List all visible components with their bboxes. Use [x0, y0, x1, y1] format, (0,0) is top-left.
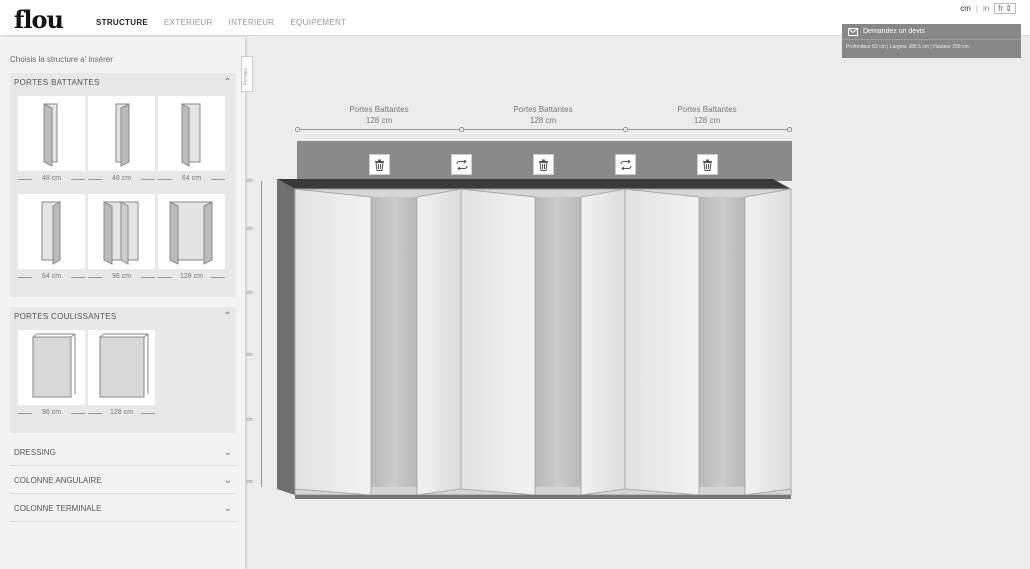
- structure-sidebar: Choisis la structure a' insérer PORTES B…: [0, 37, 245, 569]
- sidebar-intro: Choisis la structure a' insérer: [10, 55, 113, 64]
- delete-module-button[interactable]: [369, 154, 390, 175]
- module-label-3: Portes Battantes 128 cm: [647, 104, 767, 126]
- module-width: 128 cm: [529, 116, 557, 125]
- unit-switcher: cm | in fr ⇕: [960, 3, 1016, 14]
- unit-cm[interactable]: cm: [960, 4, 971, 13]
- section-colonne-terminale[interactable]: COLONNE TERMINALE ⌄: [10, 496, 236, 522]
- delete-module-button[interactable]: [697, 154, 718, 175]
- section-portes-coulissantes: PORTES COULISSANTES ⌃ 96 cm 128 cm: [10, 307, 236, 433]
- tile-door-64b[interactable]: [18, 194, 85, 269]
- ruler-tick: cm: [246, 290, 253, 296]
- height-ruler: [261, 181, 262, 487]
- tile-label: 64 cm: [158, 175, 225, 182]
- request-quote-label: Demandez un devis: [863, 28, 925, 35]
- language-value: fr: [998, 4, 1004, 13]
- nav-structure[interactable]: STRUCTURE: [96, 18, 148, 27]
- section-title: DRESSING: [14, 448, 56, 457]
- section-title: PORTES COULISSANTES: [14, 311, 117, 321]
- module-label-1: Portes Battantes 128 cm: [319, 104, 439, 126]
- envelope-icon: [848, 27, 858, 36]
- nav-equipement[interactable]: EQUIPEMENT: [290, 18, 346, 27]
- chevron-down-icon: ⌄: [223, 447, 232, 458]
- wardrobe-render: [277, 179, 792, 499]
- module-name: Portes Battantes: [677, 105, 737, 114]
- double-door-icon: [103, 201, 139, 265]
- tile-label: 96 cm: [88, 273, 155, 280]
- swap-icon: [620, 159, 631, 170]
- chevron-up-icon: ⌃: [223, 310, 232, 322]
- dimension-line: [297, 129, 790, 130]
- section-header-portes-coulissantes[interactable]: PORTES COULISSANTES ⌃: [10, 307, 236, 325]
- swap-icon: [456, 159, 467, 170]
- chevron-up-icon: ⌃: [223, 76, 232, 88]
- close-sidebar-tab[interactable]: Fermez: [241, 56, 253, 92]
- tile-sliding-128[interactable]: [88, 330, 155, 405]
- sliding-door-icon: [32, 333, 76, 398]
- unit-in[interactable]: in: [983, 4, 989, 13]
- double-door-icon: [169, 201, 213, 265]
- chevron-down-icon: ⌄: [223, 503, 232, 514]
- module-name: Portes Battantes: [349, 105, 409, 114]
- ruler-tick: cm: [246, 226, 253, 232]
- tile-door-48b[interactable]: [88, 96, 155, 171]
- section-title: COLONNE TERMINALE: [14, 504, 102, 513]
- section-title: COLONNE ANGULAIRE: [14, 476, 102, 485]
- single-door-icon: [115, 103, 130, 167]
- tile-sliding-96[interactable]: [18, 330, 85, 405]
- dimension-marker: [623, 127, 628, 132]
- module-name: Portes Battantes: [513, 105, 573, 114]
- dimension-marker: [295, 127, 300, 132]
- tile-label: 64 cm: [18, 273, 85, 280]
- ruler-tick: cm: [246, 352, 253, 358]
- trash-icon: [703, 159, 712, 171]
- language-select[interactable]: fr ⇕: [994, 3, 1016, 14]
- module-label-2: Portes Battantes 128 cm: [483, 104, 603, 126]
- trash-icon: [375, 159, 384, 171]
- module-width: 128 cm: [693, 116, 721, 125]
- tile-label: 48 cm: [88, 175, 155, 182]
- chevron-down-icon: ⌄: [223, 475, 232, 486]
- section-header-portes-battantes[interactable]: PORTES BATTANTES ⌃: [10, 73, 236, 91]
- delete-module-button[interactable]: [533, 154, 554, 175]
- tile-door-96[interactable]: [88, 194, 155, 269]
- single-door-icon: [181, 103, 201, 167]
- close-tab-label: Fermez: [243, 68, 249, 85]
- nav-interieur[interactable]: INTERIEUR: [229, 18, 275, 27]
- nav-exterieur[interactable]: EXTERIEUR: [164, 18, 213, 27]
- swap-module-button[interactable]: [451, 154, 472, 175]
- unit-separator: |: [975, 4, 978, 13]
- tile-door-64[interactable]: [158, 96, 225, 171]
- single-door-icon: [41, 201, 61, 265]
- single-door-icon: [43, 103, 58, 167]
- section-portes-battantes: PORTES BATTANTES ⌃ 48 cm 48 cm 64 cm 64 …: [10, 73, 236, 297]
- section-colonne-angulaire[interactable]: COLONNE ANGULAIRE ⌄: [10, 468, 236, 494]
- tile-label: 96 cm: [18, 409, 85, 416]
- swap-module-button[interactable]: [615, 154, 636, 175]
- dimension-marker: [459, 127, 464, 132]
- wardrobe-canvas: Portes Battantes 128 cm Portes Battantes…: [246, 37, 1030, 569]
- ruler-tick: cm: [246, 417, 253, 423]
- ruler-tick: cm: [246, 178, 253, 184]
- sliding-door-icon: [99, 333, 149, 398]
- main-nav: STRUCTURE EXTERIEUR INTERIEUR EQUIPEMENT: [96, 18, 346, 27]
- tile-door-128[interactable]: [158, 194, 225, 269]
- trash-icon: [539, 159, 548, 171]
- module-width: 128 cm: [365, 116, 393, 125]
- tile-label: 48 cm: [18, 175, 85, 182]
- brand-logo[interactable]: flou: [14, 5, 64, 34]
- tile-door-48[interactable]: [18, 96, 85, 171]
- section-dressing[interactable]: DRESSING ⌄: [10, 440, 236, 466]
- dimension-marker: [787, 127, 792, 132]
- section-title: PORTES BATTANTES: [14, 77, 100, 87]
- tile-label: 128 cm: [88, 409, 155, 416]
- ruler-tick: cm: [246, 479, 253, 485]
- tile-label: 128 cm: [158, 273, 225, 280]
